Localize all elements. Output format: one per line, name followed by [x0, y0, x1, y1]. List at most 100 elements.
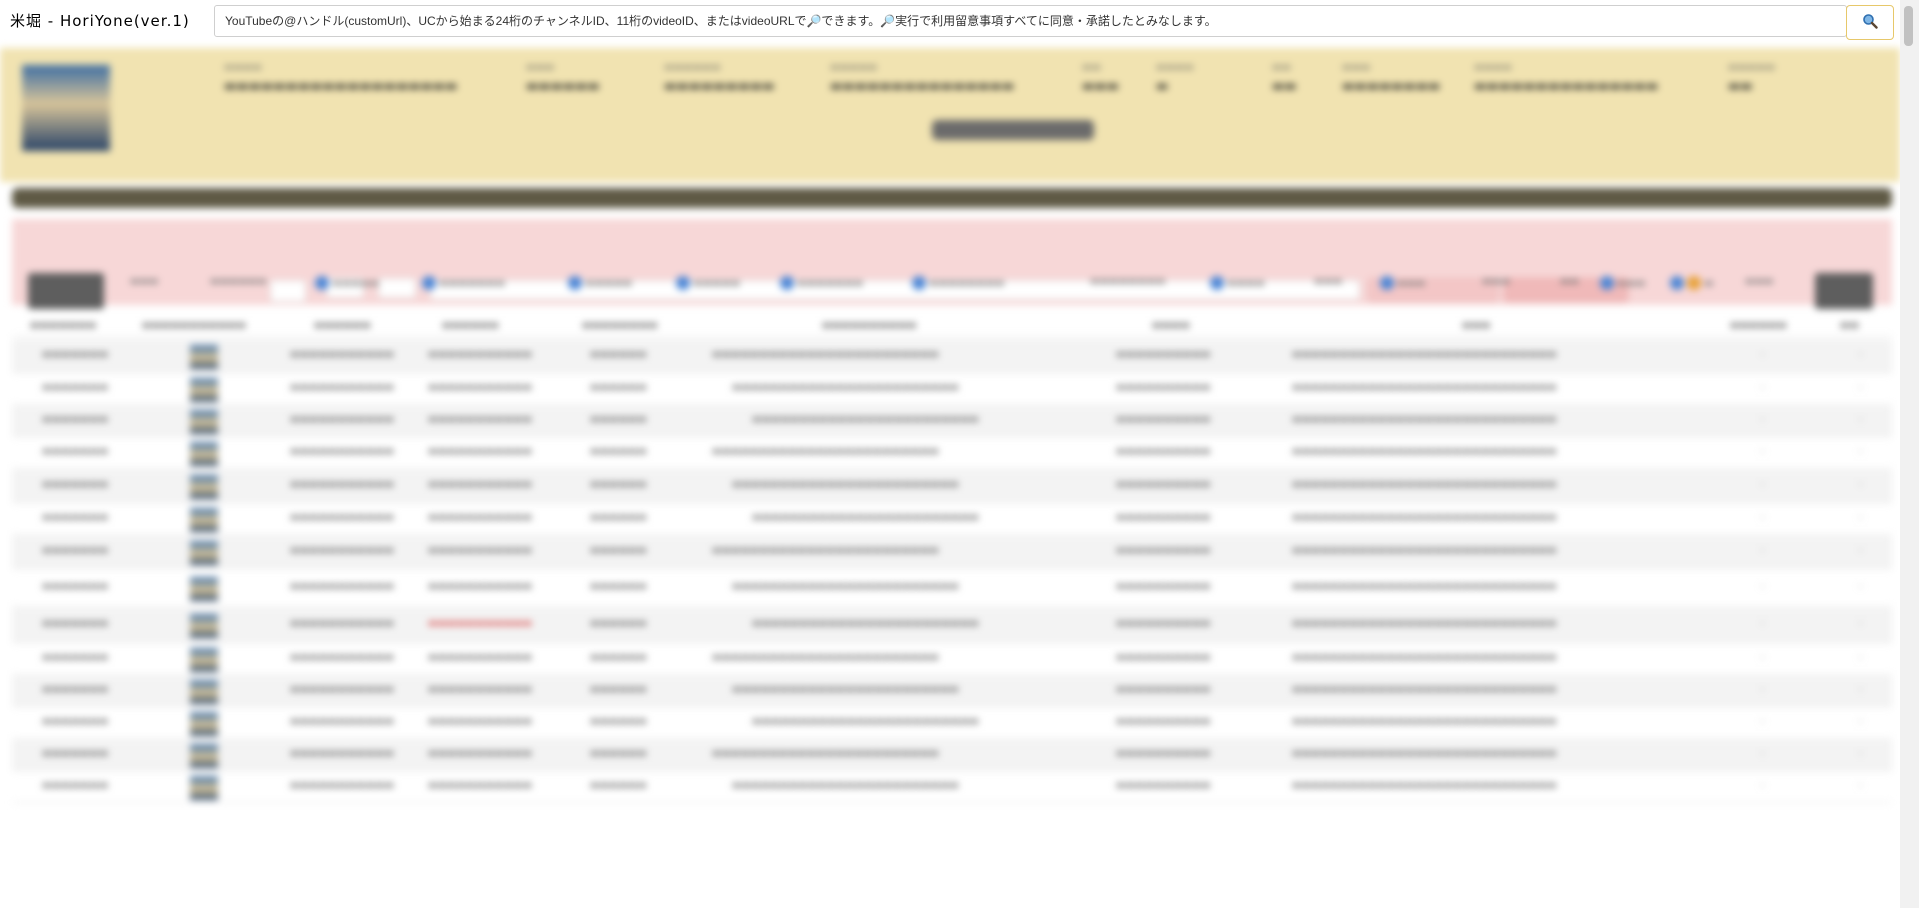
table-cell: ▬▬▬▬▬▬▬▬▬▬▬▬▬▬▬▬▬▬▬▬▬▬▬▬▬▬▬▬ [1292, 414, 1557, 425]
page-size-select[interactable] [270, 280, 306, 302]
table-cell: ▬▬▬▬▬▬ [590, 618, 647, 629]
search-button[interactable] [1846, 5, 1894, 40]
table-cell: ▬▬▬▬▬▬▬ [42, 652, 109, 663]
video-thumbnail[interactable] [190, 475, 218, 499]
table-cell: ▬▬▬▬▬▬▬ [42, 545, 109, 556]
table-cell: ▬▬▬▬▬▬▬▬▬▬▬▬▬▬▬▬▬▬▬▬▬▬▬▬▬▬▬▬ [1292, 479, 1557, 490]
table-row[interactable]: ▬▬▬▬▬▬▬ ▬▬▬▬▬▬▬▬▬▬▬ ▬▬▬▬▬▬▬▬▬▬▬ ▬▬▬▬▬▬ ▬▬▬▬▬… [12, 438, 1892, 469]
filter-col-1[interactable]: ▬▬▬ [130, 276, 158, 287]
table-row[interactable]: ▬▬▬▬▬▬▬ ▬▬▬▬▬▬▬▬▬▬▬ ▬▬▬▬▬▬▬▬▬▬▬ ▬▬▬▬▬▬ ▬▬▬▬▬… [12, 470, 1892, 503]
table-row[interactable]: ▬▬▬▬▬▬▬ ▬▬▬▬▬▬▬▬▬▬▬ ▬▬▬▬▬▬▬▬▬▬▬ ▬▬▬▬▬▬ ▬▬▬▬▬… [12, 708, 1892, 739]
table-cell: ▬▬▬▬▬▬▬ [42, 414, 109, 425]
table-cell: ▬▬▬▬▬▬▬▬▬▬▬ [290, 479, 394, 490]
table-cell: ▬▬▬▬▬▬▬▬▬▬▬ [290, 349, 394, 360]
filter-col-9[interactable]: ▬▬▬▬▬▬▬▬ [1090, 276, 1166, 287]
checkbox-icon[interactable] [1687, 276, 1701, 290]
filter-col-2[interactable]: ▬▬▬▬▬▬ [210, 276, 267, 287]
table-cell: – [1858, 446, 1863, 457]
table-cell: ▬▬▬▬▬▬▬▬▬▬▬ [290, 581, 394, 592]
video-thumbnail[interactable] [190, 345, 218, 369]
table-row[interactable]: ▬▬▬▬▬▬▬ ▬▬▬▬▬▬▬▬▬▬▬ ▬▬▬▬▬▬▬▬▬▬▬ ▬▬▬▬▬▬ ▬▬▬▬▬… [12, 740, 1892, 771]
filter-col-3[interactable]: ▬▬▬▬▬ [315, 276, 379, 290]
filter-col-6[interactable]: ▬▬▬▬▬ [676, 276, 740, 290]
table-cell: ▬▬▬▬▬▬ [590, 446, 647, 457]
checkbox-icon[interactable] [676, 276, 690, 290]
scrollbar-thumb[interactable] [1904, 6, 1913, 46]
checkbox-icon[interactable] [1670, 276, 1684, 290]
checkbox-icon[interactable] [568, 276, 582, 290]
table-cell: ▬▬▬▬▬▬▬▬▬▬▬ [290, 382, 394, 393]
video-thumbnail[interactable] [190, 712, 218, 736]
table-row[interactable]: ▬▬▬▬▬▬▬ ▬▬▬▬▬▬▬▬▬▬▬ ▬▬▬▬▬▬▬▬▬▬▬ ▬▬▬▬▬▬ ▬▬▬▬▬… [12, 406, 1892, 437]
table-cell: ▬▬▬▬▬▬▬ [42, 748, 109, 759]
table-row[interactable]: ▬▬▬▬▬▬▬ ▬▬▬▬▬▬▬▬▬▬▬ ▬▬▬▬▬▬▬▬▬▬▬ ▬▬▬▬▬▬ ▬▬▬▬▬… [12, 772, 1892, 803]
filter-col-15[interactable]: ▬▬▬ [1600, 276, 1645, 290]
table-cell: ▬▬▬▬▬▬▬▬▬▬▬ [428, 349, 532, 360]
scrollbar[interactable] [1900, 0, 1919, 908]
table-row[interactable]: ▬▬▬▬▬▬▬ ▬▬▬▬▬▬▬▬▬▬▬ ▬▬▬▬▬▬▬▬▬▬▬ ▬▬▬▬▬▬ ▬▬▬▬▬… [12, 644, 1892, 675]
checkbox-icon[interactable] [1380, 276, 1394, 290]
table-cell: ▬▬▬▬▬▬▬ [42, 382, 109, 393]
table-row[interactable]: ▬▬▬▬▬▬▬ ▬▬▬▬▬▬▬▬▬▬▬ ▬▬▬▬▬▬▬▬▬▬▬ ▬▬▬▬▬▬ ▬▬▬▬▬… [12, 504, 1892, 535]
table-cell: ▬▬▬▬▬▬▬▬▬▬ [1116, 716, 1211, 727]
table-cell: – [1858, 780, 1863, 791]
checkbox-icon[interactable] [422, 276, 436, 290]
table-row[interactable]: ▬▬▬▬▬▬▬ ▬▬▬▬▬▬▬▬▬▬▬ ▬▬▬▬▬▬▬▬▬▬▬ ▬▬▬▬▬▬ ▬▬▬▬▬… [12, 340, 1892, 373]
filter-col-16[interactable]: ▬ [1670, 276, 1713, 290]
filter-col-4[interactable]: ▬▬▬▬▬▬▬ [422, 276, 505, 290]
video-thumbnail[interactable] [190, 378, 218, 402]
video-thumbnail[interactable] [190, 541, 218, 565]
table-cell: ▬▬▬▬▬▬▬▬▬▬▬ [428, 618, 532, 629]
table-cell: ▬▬▬▬▬▬ [590, 748, 647, 759]
table-cell: ▬▬▬▬▬▬▬▬▬▬ [1116, 780, 1211, 791]
filter-col-8[interactable]: ▬▬▬▬▬▬▬▬ [912, 276, 1005, 290]
checkbox-icon[interactable] [1600, 276, 1614, 290]
table-row[interactable]: ▬▬▬▬▬▬▬ ▬▬▬▬▬▬▬▬▬▬▬ ▬▬▬▬▬▬▬▬▬▬▬ ▬▬▬▬▬▬ ▬▬▬▬▬… [12, 676, 1892, 707]
table-cell: ▬▬▬▬▬▬▬▬▬▬▬ [428, 414, 532, 425]
table-cell: ▬▬▬▬▬▬▬▬▬▬▬▬▬▬▬▬▬▬▬▬▬▬▬▬▬▬▬▬ [1292, 652, 1557, 663]
filter-col-17[interactable]: ▬▬▬ [1745, 276, 1773, 287]
video-thumbnail[interactable] [190, 776, 218, 800]
video-thumbnail[interactable] [190, 410, 218, 434]
filter-col-7[interactable]: ▬▬▬▬▬▬▬ [780, 276, 863, 290]
table-cell: ▬▬▬▬▬▬▬▬▬▬▬▬▬▬▬▬▬▬▬▬▬▬▬▬▬▬▬▬ [1292, 716, 1557, 727]
video-thumbnail[interactable] [190, 744, 218, 768]
video-thumbnail[interactable] [190, 614, 218, 638]
filter-col-11[interactable]: ▬▬▬ [1314, 276, 1342, 287]
filter-col-14[interactable]: ▬▬ [1560, 276, 1579, 287]
table-row[interactable]: ▬▬▬▬▬▬▬ ▬▬▬▬▬▬▬▬▬▬▬ ▬▬▬▬▬▬▬▬▬▬▬ ▬▬▬▬▬▬ ▬▬▬▬▬… [12, 608, 1892, 643]
checkbox-icon[interactable] [1210, 276, 1224, 290]
table-cell: – [1858, 652, 1863, 663]
search-input[interactable] [214, 5, 1847, 37]
video-thumbnail[interactable] [190, 680, 218, 704]
meta-fetched: ▬▬▬▬ ▬▬▬▬▬▬▬▬▬▬▬▬▬▬▬ [1474, 62, 1659, 94]
table-cell: ▬▬▬▬▬▬▬ [42, 581, 109, 592]
detail-button[interactable] [932, 120, 1094, 140]
table-row[interactable]: ▬▬▬▬▬▬▬ ▬▬▬▬▬▬▬▬▬▬▬ ▬▬▬▬▬▬▬▬▬▬▬ ▬▬▬▬▬▬ ▬▬▬▬▬… [12, 570, 1892, 607]
sort-right-button[interactable] [1815, 273, 1873, 309]
video-thumbnail[interactable] [190, 648, 218, 672]
video-thumbnail[interactable] [190, 508, 218, 532]
table-cell: ▬▬▬▬▬▬▬▬▬▬ [1116, 446, 1211, 457]
table-cell: – [1760, 652, 1765, 663]
filter-col-10[interactable]: ▬▬▬▬ [1210, 276, 1265, 290]
next-button[interactable] [378, 278, 416, 298]
checkbox-icon[interactable] [912, 276, 926, 290]
checkbox-icon[interactable] [315, 276, 329, 290]
filter-col-13[interactable]: ▬▬▬ [1482, 276, 1510, 287]
table-cell: ▬▬▬▬▬▬ [590, 545, 647, 556]
video-thumbnail[interactable] [190, 442, 218, 466]
filter-col-12[interactable]: ▬▬▬ [1380, 276, 1425, 290]
table-cell: ▬▬▬▬▬▬▬▬▬▬▬ [290, 414, 394, 425]
table-cell: ▬▬▬▬▬▬▬▬▬▬▬▬▬▬▬▬▬▬▬▬▬▬▬▬ [752, 618, 979, 629]
filter-col-5[interactable]: ▬▬▬▬▬ [568, 276, 632, 290]
video-thumbnail[interactable] [190, 577, 218, 601]
checkbox-icon[interactable] [780, 276, 794, 290]
meta-subscribers: ▬▬▬▬ ▬ [1156, 62, 1194, 94]
table-row[interactable]: ▬▬▬▬▬▬▬ ▬▬▬▬▬▬▬▬▬▬▬ ▬▬▬▬▬▬▬▬▬▬▬ ▬▬▬▬▬▬ ▬▬▬▬▬… [12, 374, 1892, 405]
meta-status: ▬▬▬▬▬ ▬▬ [1728, 62, 1776, 94]
table-cell: ▬▬▬▬▬▬ [590, 512, 647, 523]
table-row[interactable]: ▬▬▬▬▬▬▬ ▬▬▬▬▬▬▬▬▬▬▬ ▬▬▬▬▬▬▬▬▬▬▬ ▬▬▬▬▬▬ ▬▬▬▬▬… [12, 536, 1892, 569]
table-cell: – [1760, 349, 1765, 360]
sort-left-button[interactable] [28, 273, 104, 309]
